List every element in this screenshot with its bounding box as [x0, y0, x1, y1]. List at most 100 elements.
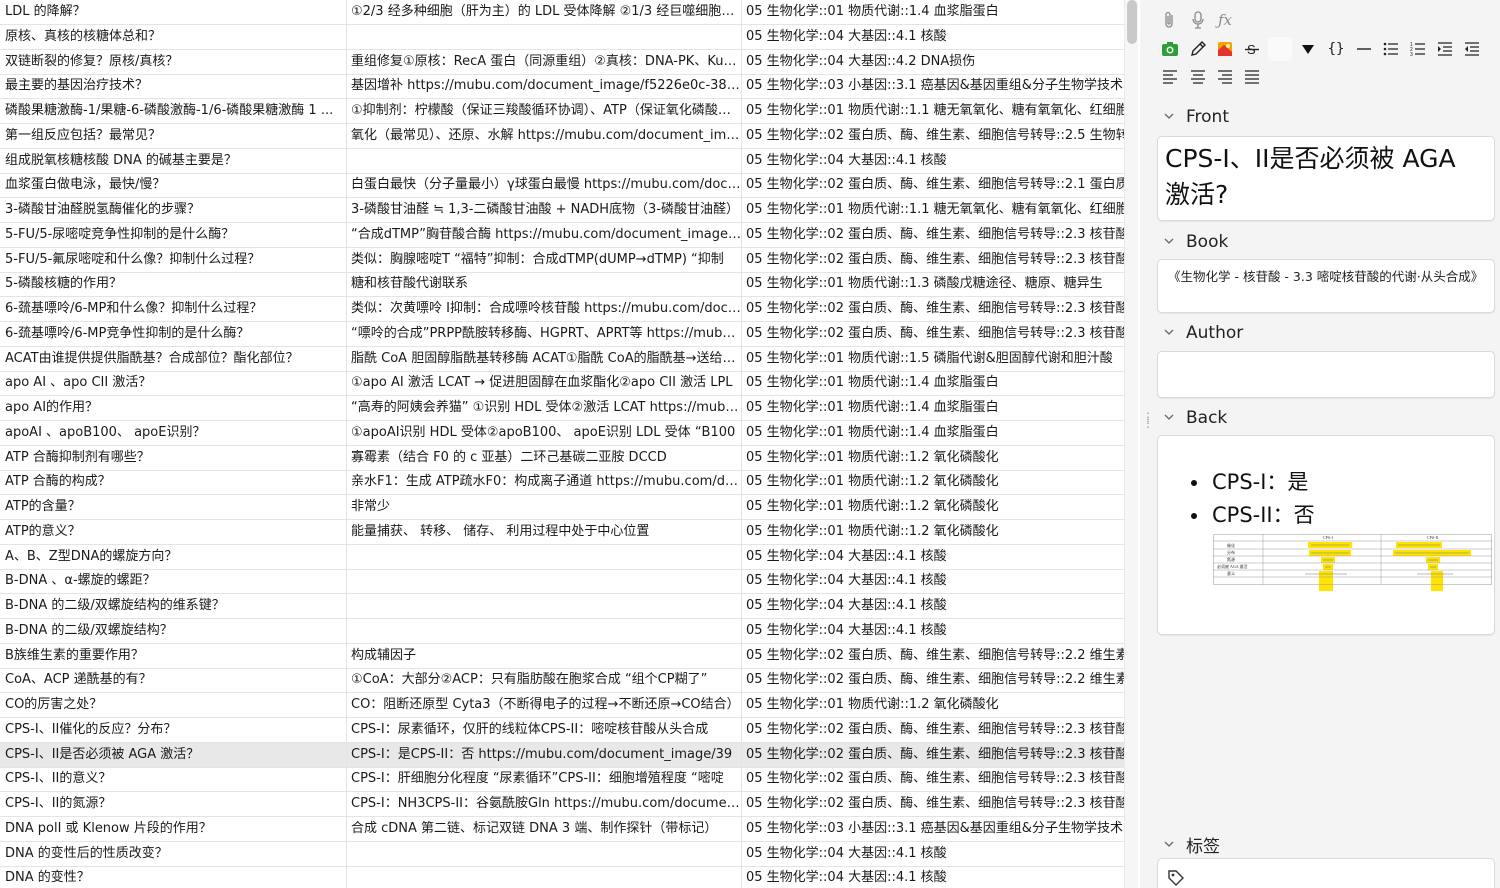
table-row[interactable]: CPS-I、II催化的反应？分布？ CPS-I：尿素循环，仅肝的线粒体CPS-II…	[0, 717, 1124, 743]
image-icon[interactable]	[1158, 37, 1182, 61]
pencil-icon[interactable]	[1186, 37, 1210, 61]
sort-field-cell: 磷酸果糖激酶-1/果糖-6-磷酸激酶-1/6-磷酸果糖激酶 1 ...	[0, 99, 347, 123]
table-row[interactable]: 第一组反应包括？最常见？ 氧化（最常见）、还原、水解 https://mubu.c…	[0, 123, 1124, 149]
author-field[interactable]	[1157, 351, 1495, 398]
table-row[interactable]: apo AI 、apo CII 激活？ ①apo AI 激活 LCAT → 促进胆…	[0, 371, 1124, 397]
table-row[interactable]: ATP 合酶的构成？ 亲水F1：生成 ATP疏水F0：构成离子通道 https:/…	[0, 470, 1124, 496]
deck-cell: 05 生物化学::04 大基因::4.2 DNA损伤	[746, 53, 976, 69]
numbered-list-icon[interactable]: 123	[1406, 37, 1430, 61]
author-field-text[interactable]	[1158, 352, 1494, 364]
sort-field-cell: 双链断裂的修复？原核/真核？	[0, 49, 347, 74]
table-row[interactable]: 5-FU/5-尿嘧啶竞争性抑制的是什么酶？ “合成dTMP”胸苷酸合酶 https…	[0, 222, 1124, 248]
field-header-front[interactable]: Front	[1164, 107, 1229, 127]
sort-field-cell: LDL 的降解？	[0, 0, 347, 24]
figure-header-cps1: CPS-I	[1323, 535, 1333, 540]
table-row[interactable]: CPS-I、II的氮源？ CPS-I：NH3CPS-II：谷氨酰胺Gln http…	[0, 792, 1124, 817]
table-row[interactable]: CoA、ACP 递酰基的有？ ①CoA：大部分②ACP：只有脂肪酸在胞浆合成 “组…	[0, 668, 1124, 694]
table-row[interactable]: ATP的意义？ 能量捕获、 转移、 储存、 利用过程中处于中心位置 05 生物化学:…	[0, 519, 1124, 545]
splitter-handle[interactable]: ⋮ ⋮	[1142, 411, 1154, 429]
table-row[interactable]: 3-磷酸甘油醛脱氢酶催化的步骤？ 3-磷酸甘油醛 ≒ 1,3-二磷酸甘油酸 + N…	[0, 198, 1124, 223]
bullet-list-icon[interactable]	[1379, 37, 1403, 61]
deck-cell: 05 生物化学::04 大基因::4.1 核酸	[746, 622, 947, 638]
indent-icon[interactable]	[1433, 37, 1457, 61]
chevron-down-icon	[1164, 238, 1174, 244]
field-header-author[interactable]: Author	[1164, 323, 1243, 343]
answer-cell: CO：阻断还原型 Cyta3（不断得电子的过程→不断还原→CO结合）	[347, 693, 742, 717]
answer-cell	[347, 841, 742, 866]
field-header-back[interactable]: Back	[1164, 408, 1227, 428]
field-header-tags[interactable]: 标签	[1164, 832, 1220, 857]
answer-cell: “高寿的阿姨会养猫” ①识别 HDL 受体②激活 LCAT https://mu…	[347, 396, 742, 420]
table-row[interactable]: 6-巯基嘌呤/6-MP竞争性抑制的是什么酶？ “嘌呤的合成”PRPP酰胺转移酶、H…	[0, 321, 1124, 347]
deck-cell: 05 生物化学::01 物质代谢::1.1 糖无氧氧化、糖有氧氧化、红细胞	[746, 202, 1124, 217]
table-row[interactable]: apoAI 、apoB100、 apoE识别？ ①apoAI识别 HDL 受体②a…	[0, 420, 1124, 446]
table-row[interactable]: 双链断裂的修复？原核/真核？ 重组修复①原核：RecA 蛋白（同源重组）②真核：D…	[0, 49, 1124, 75]
table-scrollbar-thumb[interactable]	[1127, 0, 1137, 44]
justify-icon[interactable]	[1240, 65, 1264, 89]
table-row[interactable]: 6-巯基嘌呤/6-MP和什么像？抑制什么过程？ 类似：次黄嘌呤 I抑制：合成嘌呤核…	[0, 297, 1124, 322]
answer-cell: 类似：次黄嘌呤 I抑制：合成嘌呤核苷酸 https://mubu.com/doc…	[347, 297, 742, 321]
sort-field-cell: 5-FU/5-氟尿嘧啶和什么像？抑制什么过程？	[0, 247, 347, 272]
figure-row-label: 氮源	[1227, 556, 1235, 562]
align-left-icon[interactable]	[1158, 65, 1182, 89]
strikethrough-icon[interactable]: S	[1240, 37, 1264, 61]
front-field[interactable]: CPS-I、II是否必须被 AGA 激活?	[1157, 136, 1495, 221]
table-row[interactable]: 最主要的基因治疗技术？ 基因增补 https://mubu.com/documen…	[0, 74, 1124, 100]
table-row[interactable]: A、B、Z型DNA的螺旋方向？ 05 生物化学::04 大基因::4.1 核酸	[0, 544, 1124, 570]
table-row[interactable]: 5-磷酸核糖的作用？ 糖和核苷酸代谢联系 05 生物化学::01 物质代谢::1.3…	[0, 272, 1124, 298]
function-icon[interactable]: ƒx	[1213, 8, 1237, 32]
table-row[interactable]: B-DNA 的二级/双螺旋结构？ 05 生物化学::04 大基因::4.1 核酸	[0, 618, 1124, 644]
table-row[interactable]: DNA 的变性后的性质改变？ 05 生物化学::04 大基因::4.1 核酸	[0, 841, 1124, 867]
table-row[interactable]: DNA 的变性？ 05 生物化学::04 大基因::4.1 核酸	[0, 866, 1124, 888]
table-row[interactable]: 5-FU/5-氟尿嘧啶和什么像？抑制什么过程？ 类似：胸腺嘧啶T “福特”抑制：合…	[0, 247, 1124, 273]
sort-field-cell: CPS-I、II的意义？	[0, 767, 347, 792]
table-scrollbar[interactable]	[1124, 0, 1138, 888]
table-row[interactable]: ATP的含量？ 非常少 05 生物化学::01 物质代谢::1.2 氧化磷酸化	[0, 495, 1124, 520]
microphone-icon[interactable]	[1186, 8, 1210, 32]
answer-cell	[347, 24, 742, 49]
table-row[interactable]: B-DNA 、α-螺旋的螺距？ 05 生物化学::04 大基因::4.1 核酸	[0, 569, 1124, 595]
table-row[interactable]: ATP 合酶抑制剂有哪些？ 寡霉素（结合 F0 的 c 亚基）二环己基碳二亚胺 D…	[0, 445, 1124, 471]
table-row[interactable]: apo AI的作用？ “高寿的阿姨会养猫” ①识别 HDL 受体②激活 LCAT …	[0, 396, 1124, 421]
blank-icon[interactable]	[1268, 37, 1292, 61]
tags-field[interactable]	[1157, 858, 1495, 888]
deck-cell: 05 生物化学::02 蛋白质、酶、维生素、细胞信号转导::2.3 核苷酸	[746, 301, 1124, 316]
table-row[interactable]: B族维生素的重要作用？ 构成辅因子 05 生物化学::02 蛋白质、酶、维生素、细胞…	[0, 643, 1124, 669]
table-row[interactable]: B-DNA 的二级/双螺旋结构的维系键？ 05 生物化学::04 大基因::4.1…	[0, 594, 1124, 619]
book-field[interactable]: 《生物化学 - 核苷酸 - 3.3 嘧啶核苷酸的代谢·从头合成》	[1157, 259, 1495, 313]
deck-cell: 05 生物化学::01 物质代谢::1.1 糖无氧氧化、糖有氧氧化、红细胞	[746, 103, 1124, 118]
answer-cell: ①2/3 经多种细胞（肝为主）的 LDL 受体降解 ②1/3 经巨噬细胞清除	[347, 0, 742, 24]
deck-cell: 05 生物化学::01 物质代谢::1.2 氧化磷酸化	[746, 697, 999, 712]
align-center-icon[interactable]	[1186, 65, 1210, 89]
chevron-down-icon	[1164, 841, 1174, 847]
outdent-icon[interactable]	[1460, 37, 1484, 61]
table-row[interactable]: 原核、真核的核糖体总和？ 05 生物化学::04 大基因::4.1 核酸	[0, 24, 1124, 50]
braces-icon[interactable]: {}	[1324, 37, 1348, 61]
paperclip-icon[interactable]	[1158, 8, 1182, 32]
front-field-text[interactable]: CPS-I、II是否必须被 AGA 激活?	[1158, 137, 1494, 217]
color-swatch-icon[interactable]	[1213, 37, 1237, 61]
sort-field-cell: CPS-I、II催化的反应？分布？	[0, 717, 347, 742]
table-row[interactable]: CPS-I、II是否必须被 AGA 激活？ CPS-I：是CPS-II：否 htt…	[0, 742, 1124, 768]
table-row[interactable]: 组成脱氧核糖核酸 DNA 的碱基主要是？ 05 生物化学::04 大基因::4.1…	[0, 148, 1124, 174]
table-row[interactable]: CO的厉害之处？ CO：阻断还原型 Cyta3（不断得电子的过程→不断还原→CO结…	[0, 693, 1124, 718]
figure-row-label: 催化	[1227, 542, 1235, 548]
sort-field-cell: CO的厉害之处？	[0, 693, 347, 717]
deck-cell: 05 生物化学::02 蛋白质、酶、维生素、细胞信号转导::2.3 核苷酸	[746, 325, 1124, 341]
book-field-text[interactable]: 《生物化学 - 核苷酸 - 3.3 嘧啶核苷酸的代谢·从头合成》	[1158, 260, 1494, 293]
sort-field-cell: DNA 的变性后的性质改变？	[0, 841, 347, 866]
sort-field-cell: 原核、真核的核糖体总和？	[0, 24, 347, 49]
table-row[interactable]: CPS-I、II的意义？ CPS-I：肝细胞分化程度 “尿素循环”CPS-II：细…	[0, 767, 1124, 793]
horizontal-rule-icon[interactable]	[1352, 37, 1376, 61]
table-row[interactable]: LDL 的降解？ ①2/3 经多种细胞（肝为主）的 LDL 受体降解 ②1/3 经…	[0, 0, 1124, 25]
table-row[interactable]: 磷酸果糖激酶-1/果糖-6-磷酸激酶-1/6-磷酸果糖激酶 1 ... ①抑制剂：…	[0, 99, 1124, 124]
dropdown-triangle-icon[interactable]	[1296, 37, 1320, 61]
table-row[interactable]: ACAT由谁提供提供脂酰基？合成部位？酯化部位？ 脂酰 CoA 胆固醇脂酰基转移酶…	[0, 346, 1124, 372]
align-right-icon[interactable]	[1213, 65, 1237, 89]
table-row[interactable]: DNA polI 或 Klenow 片段的作用？ 合成 cDNA 第二链、标记双链…	[0, 816, 1124, 842]
answer-cell	[347, 544, 742, 569]
back-field[interactable]: CPS-I：是 CPS-II：否 CPS-I CPS-II	[1157, 435, 1495, 635]
field-header-book[interactable]: Book	[1164, 232, 1228, 252]
table-row[interactable]: 血浆蛋白做电泳，最快/慢？ 白蛋白最快（分子量最小）γ球蛋白最慢 https://…	[0, 173, 1124, 199]
comparison-table-image[interactable]: CPS-I CPS-II 催化 分布 氮源 必须被 AGA 激活 意义	[1213, 534, 1492, 592]
